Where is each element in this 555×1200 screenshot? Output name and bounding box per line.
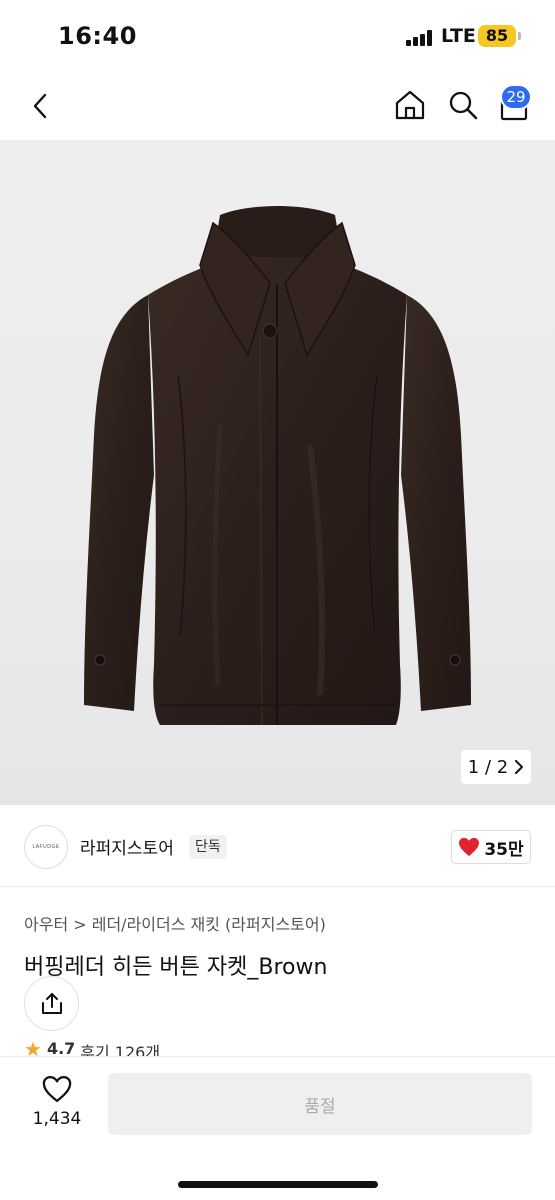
product-image-gallery[interactable]: 1 / 2: [0, 140, 555, 805]
share-button[interactable]: [24, 976, 79, 1031]
heart-outline-icon: [42, 1076, 72, 1102]
cart-count-badge: 29: [500, 84, 532, 110]
status-time: 16:40: [58, 22, 137, 50]
wishlist-button[interactable]: 1,434: [22, 1075, 92, 1139]
chevron-left-icon: [33, 93, 47, 119]
search-icon: [449, 91, 478, 120]
store-row[interactable]: LAFUDGE 라퍼지스토어 단독 35만: [0, 805, 555, 887]
store-like-count: 35만: [484, 839, 524, 860]
chevron-right-icon: [515, 760, 524, 774]
search-button[interactable]: [443, 85, 483, 125]
network-label: LTE: [441, 25, 476, 47]
store-like-button[interactable]: 35만: [451, 830, 531, 864]
signal-icon: [406, 30, 434, 46]
home-icon: [395, 90, 425, 120]
store-name[interactable]: 라퍼지스토어: [80, 834, 174, 859]
heart-filled-icon: [459, 837, 480, 857]
home-button[interactable]: [390, 85, 430, 125]
gallery-pager[interactable]: 1 / 2: [461, 750, 531, 784]
wishlist-count: 1,434: [32, 1109, 82, 1129]
product-image: [84, 206, 471, 726]
bottom-action-bar: 1,434 품절: [0, 1056, 555, 1200]
status-bar: 16:40 LTE 85: [0, 0, 555, 72]
share-icon: [41, 992, 62, 1014]
product-title: 버핑레더 히든 버튼 자켓_Brown: [24, 955, 328, 980]
home-indicator: [178, 1181, 378, 1188]
category-breadcrumb[interactable]: 아우터 > 레더/라이더스 재킷 (라퍼지스토어): [24, 911, 326, 935]
back-button[interactable]: [22, 86, 58, 126]
exclusive-badge: 단독: [189, 835, 227, 859]
store-logo[interactable]: LAFUDGE: [24, 825, 68, 869]
nav-bar: [0, 72, 555, 140]
battery-icon: 85: [478, 25, 516, 47]
pager-text: 1 / 2: [467, 756, 509, 778]
battery-tip: [518, 32, 521, 40]
soldout-button[interactable]: 품절: [108, 1073, 532, 1135]
